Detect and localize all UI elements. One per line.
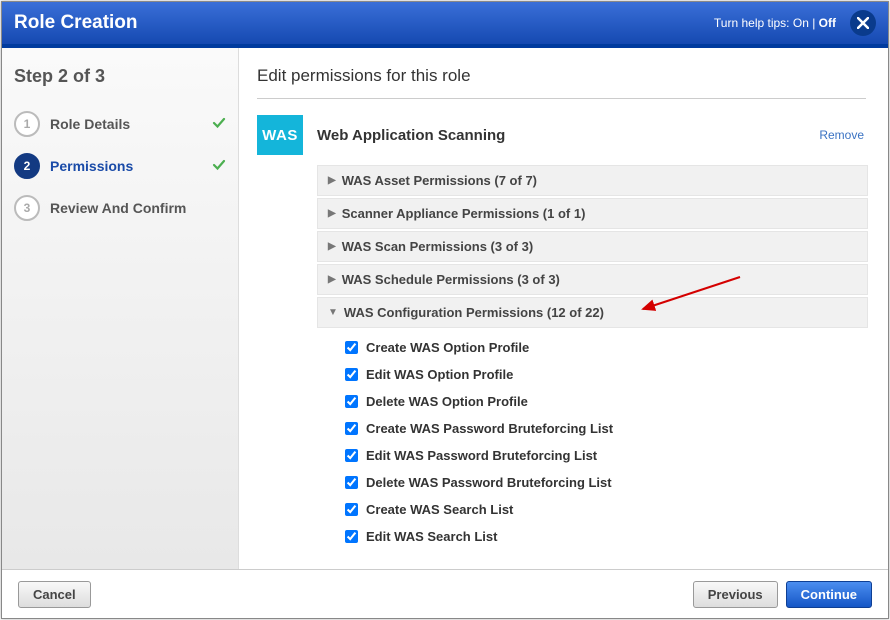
perm-item[interactable]: Create WAS Password Bruteforcing List	[345, 415, 868, 442]
step-permissions[interactable]: 2 Permissions	[14, 145, 226, 187]
perm-checkbox[interactable]	[345, 422, 358, 435]
role-creation-dialog: Role Creation Turn help tips: On | Off S…	[1, 1, 889, 619]
step-indicator: Step 2 of 3	[14, 66, 226, 87]
module-name: Web Application Scanning	[317, 127, 505, 144]
perm-checkbox[interactable]	[345, 395, 358, 408]
perm-item[interactable]: Edit WAS Search List	[345, 523, 868, 550]
perm-label: Create WAS Search List	[366, 502, 513, 517]
continue-button[interactable]: Continue	[786, 581, 872, 608]
perm-label: Create WAS Password Bruteforcing List	[366, 421, 613, 436]
step-number: 2	[14, 153, 40, 179]
step-label: Review And Confirm	[50, 200, 186, 216]
header-controls: Turn help tips: On | Off	[714, 10, 876, 36]
perm-item[interactable]: Create WAS Option Profile	[345, 334, 868, 361]
perm-label: Edit WAS Option Profile	[366, 367, 513, 382]
perm-group-label: WAS Scan Permissions (3 of 3)	[342, 239, 533, 254]
perm-item[interactable]: Create WAS Search List	[345, 496, 868, 523]
perm-group-label: WAS Asset Permissions (7 of 7)	[342, 173, 537, 188]
previous-button[interactable]: Previous	[693, 581, 778, 608]
dialog-footer: Cancel Previous Continue	[2, 569, 888, 618]
footer-right: Previous Continue	[693, 581, 872, 608]
check-icon	[212, 158, 226, 175]
perm-list-configuration: Create WAS Option Profile Edit WAS Optio…	[345, 334, 868, 550]
perm-label: Edit WAS Search List	[366, 529, 497, 544]
help-tips-toggle[interactable]: Turn help tips: On | Off	[714, 16, 836, 30]
perm-label: Delete WAS Option Profile	[366, 394, 528, 409]
dialog-body: Step 2 of 3 1 Role Details 2 Permissions…	[2, 48, 888, 569]
perm-item[interactable]: Delete WAS Option Profile	[345, 388, 868, 415]
perm-group-asset[interactable]: ▶ WAS Asset Permissions (7 of 7)	[317, 165, 868, 196]
perm-checkbox[interactable]	[345, 368, 358, 381]
chevron-right-icon: ▶	[328, 175, 336, 186]
perm-group-label: WAS Configuration Permissions (12 of 22)	[344, 305, 604, 320]
perm-group-scan[interactable]: ▶ WAS Scan Permissions (3 of 3)	[317, 231, 868, 262]
remove-link[interactable]: Remove	[819, 128, 864, 142]
chevron-right-icon: ▶	[328, 241, 336, 252]
perm-group-configuration[interactable]: ▼ WAS Configuration Permissions (12 of 2…	[317, 297, 868, 328]
perm-group-scanner[interactable]: ▶ Scanner Appliance Permissions (1 of 1)	[317, 198, 868, 229]
chevron-down-icon: ▼	[328, 307, 338, 318]
chevron-right-icon: ▶	[328, 274, 336, 285]
perm-label: Create WAS Option Profile	[366, 340, 529, 355]
step-sidebar: Step 2 of 3 1 Role Details 2 Permissions…	[2, 48, 239, 569]
step-role-details[interactable]: 1 Role Details	[14, 103, 226, 145]
cancel-button[interactable]: Cancel	[18, 581, 91, 608]
module-header: WAS Web Application Scanning Remove	[257, 115, 868, 155]
close-icon[interactable]	[850, 10, 876, 36]
page-title: Edit permissions for this role	[257, 66, 880, 86]
perm-group-label: WAS Schedule Permissions (3 of 3)	[342, 272, 560, 287]
permission-groups: ▶ WAS Asset Permissions (7 of 7) ▶ Scann…	[317, 165, 868, 550]
chevron-right-icon: ▶	[328, 208, 336, 219]
was-badge-icon: WAS	[257, 115, 303, 155]
content-inner[interactable]: WAS Web Application Scanning Remove ▶ WA…	[257, 115, 880, 569]
perm-checkbox[interactable]	[345, 530, 358, 543]
dialog-title: Role Creation	[14, 12, 138, 34]
perm-group-label: Scanner Appliance Permissions (1 of 1)	[342, 206, 586, 221]
perm-item[interactable]: Edit WAS Option Profile	[345, 361, 868, 388]
perm-checkbox[interactable]	[345, 503, 358, 516]
perm-checkbox[interactable]	[345, 341, 358, 354]
perm-label: Edit WAS Password Bruteforcing List	[366, 448, 597, 463]
dialog-header: Role Creation Turn help tips: On | Off	[2, 2, 888, 48]
step-label: Permissions	[50, 158, 133, 174]
step-review-confirm[interactable]: 3 Review And Confirm	[14, 187, 226, 229]
content-scroll: WAS Web Application Scanning Remove ▶ WA…	[257, 99, 880, 569]
perm-item[interactable]: Edit WAS Password Bruteforcing List	[345, 442, 868, 469]
step-label: Role Details	[50, 116, 130, 132]
main-panel: Edit permissions for this role WAS Web A…	[239, 48, 888, 569]
perm-group-schedule[interactable]: ▶ WAS Schedule Permissions (3 of 3)	[317, 264, 868, 295]
perm-item[interactable]: Delete WAS Password Bruteforcing List	[345, 469, 868, 496]
step-number: 1	[14, 111, 40, 137]
perm-checkbox[interactable]	[345, 476, 358, 489]
perm-checkbox[interactable]	[345, 449, 358, 462]
perm-label: Delete WAS Password Bruteforcing List	[366, 475, 612, 490]
check-icon	[212, 116, 226, 133]
step-number: 3	[14, 195, 40, 221]
